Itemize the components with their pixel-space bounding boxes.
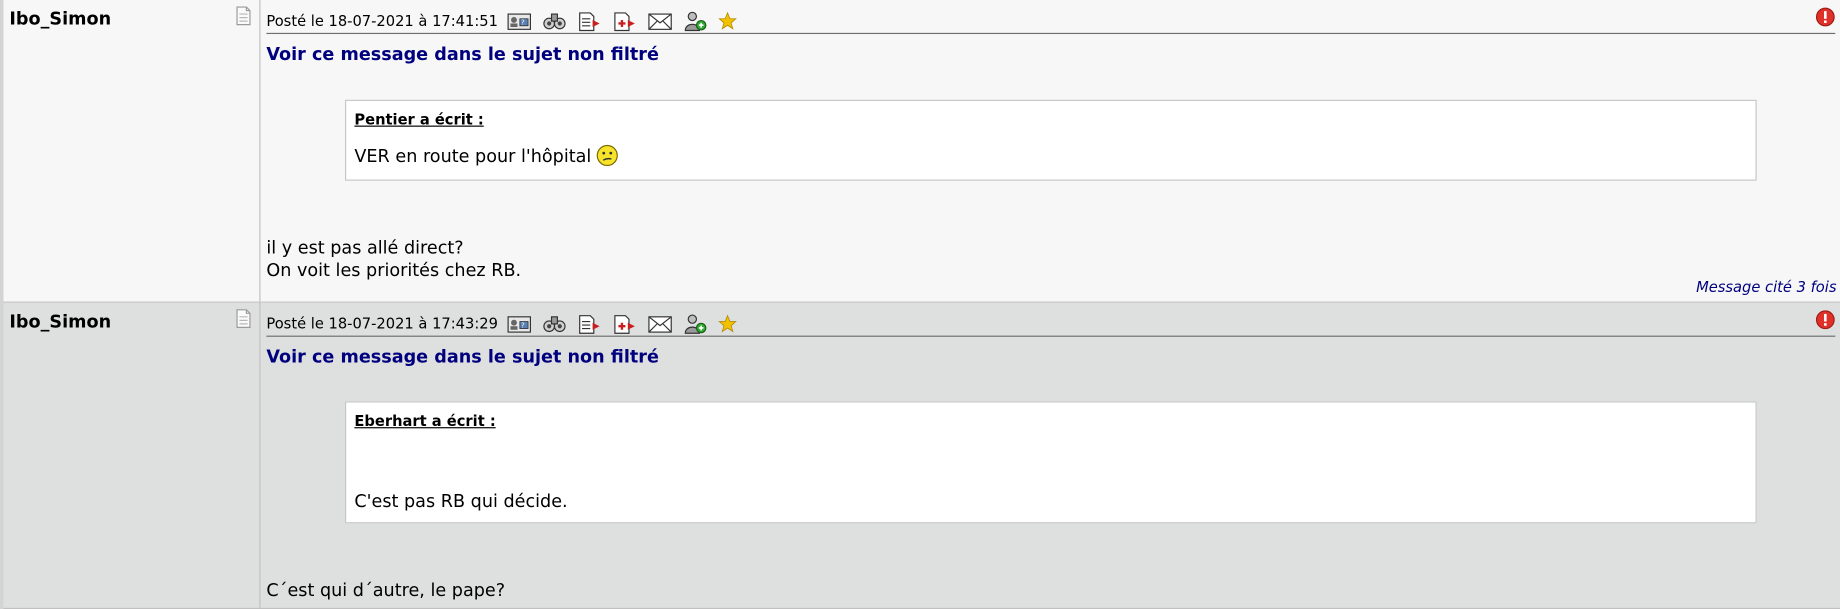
post-content: Posté le 18-07-2021 à 17:43:29 ? Voir ce… (261, 303, 1840, 608)
post-date: Posté le 18-07-2021 à 17:41:51 (266, 11, 498, 30)
report-alert-icon[interactable] (1815, 310, 1835, 330)
report-alert-icon[interactable] (1815, 7, 1835, 27)
svg-text:?: ? (521, 320, 525, 329)
multi-quote-icon[interactable] (613, 11, 638, 32)
favorite-star-icon[interactable] (718, 313, 744, 334)
binoculars-icon[interactable] (543, 313, 568, 334)
add-friend-icon[interactable] (683, 313, 708, 334)
multi-quote-icon[interactable] (613, 313, 638, 334)
author-name[interactable]: Ibo_Simon (9, 311, 111, 332)
profile-card-icon[interactable]: ? (507, 11, 532, 32)
quote-icon[interactable] (578, 11, 603, 32)
binoculars-icon[interactable] (543, 11, 568, 32)
post-body: il y est pas allé direct? On voit les pr… (266, 237, 1835, 282)
author-name[interactable]: Ibo_Simon (9, 8, 111, 29)
favorite-star-icon[interactable] (718, 11, 744, 32)
quote-block: Eberhart a écrit : C'est pas RB qui déci… (345, 401, 1757, 524)
svg-text:?: ? (521, 18, 525, 27)
post-author-column: Ibo_Simon (4, 0, 261, 302)
message-list: Ibo_Simon Posté le 18-07-2021 à 17:41:51… (0, 0, 1840, 609)
view-unfiltered-link[interactable]: Voir ce message dans le sujet non filtré (266, 346, 1835, 367)
private-message-icon[interactable] (648, 11, 673, 32)
quote-text: C'est pas RB qui décide. (354, 490, 568, 512)
post-author-column: Ibo_Simon (4, 302, 261, 608)
post: Ibo_Simon Posté le 18-07-2021 à 17:43:29… (3, 302, 1840, 609)
private-message-icon[interactable] (648, 313, 673, 334)
post-body-line: C´est qui d´autre, le pape? (266, 579, 506, 601)
view-unfiltered-link[interactable]: Voir ce message dans le sujet non filtré (266, 43, 1835, 64)
post-body-line: On voit les priorités chez RB. (266, 259, 522, 281)
quote-block: Pentier a écrit : VER en route pour l'hô… (345, 99, 1757, 181)
profile-card-icon[interactable]: ? (507, 313, 532, 334)
post-body-line: il y est pas allé direct? (266, 237, 464, 259)
post-body: C´est qui d´autre, le pape? (266, 580, 1835, 602)
profile-page-icon[interactable] (236, 6, 251, 26)
post: Ibo_Simon Posté le 18-07-2021 à 17:41:51… (3, 0, 1840, 303)
quote-text: VER en route pour l'hôpital (354, 144, 592, 167)
quote-icon[interactable] (578, 313, 603, 334)
quote-text-row: VER en route pour l'hôpital (354, 144, 1747, 166)
message-cited-count[interactable]: Message cité 3 fois (1696, 278, 1836, 296)
post-content: Posté le 18-07-2021 à 17:41:51 ? Voir ce… (261, 0, 1840, 302)
confused-smiley-icon (596, 144, 618, 167)
post-meta-bar: Posté le 18-07-2021 à 17:43:29 ? (266, 303, 1836, 337)
quote-author[interactable]: Pentier a écrit : (354, 110, 1747, 128)
post-date: Posté le 18-07-2021 à 17:43:29 (266, 314, 498, 333)
profile-page-icon[interactable] (236, 309, 251, 329)
add-friend-icon[interactable] (683, 11, 708, 32)
quote-author[interactable]: Eberhart a écrit : (354, 412, 1747, 430)
post-meta-bar: Posté le 18-07-2021 à 17:41:51 ? (266, 0, 1836, 35)
